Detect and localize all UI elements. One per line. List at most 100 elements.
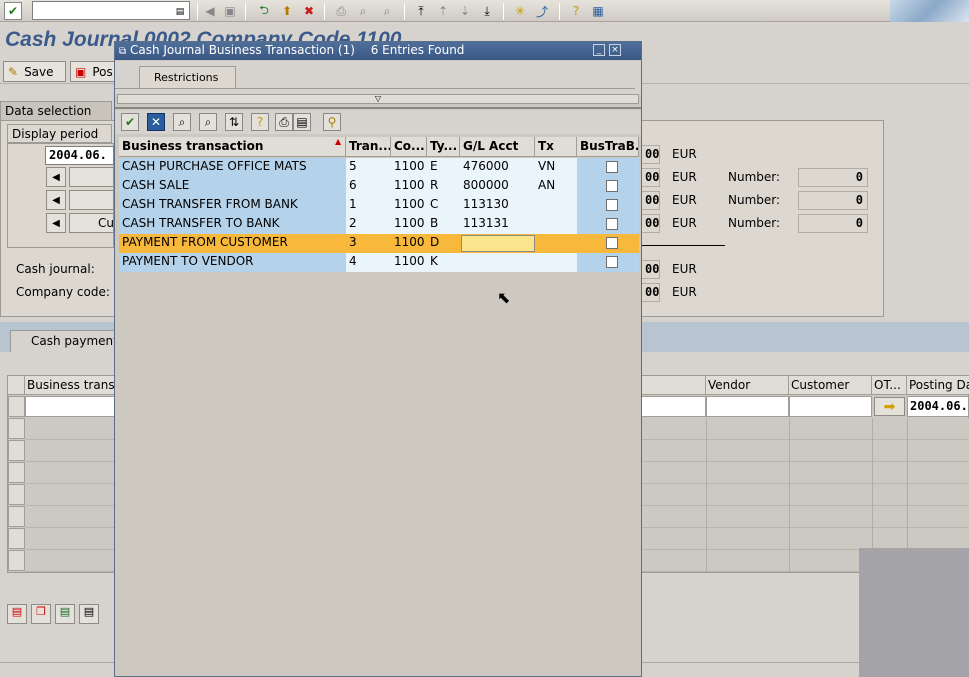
help-icon[interactable]: ? [567,2,585,20]
vendor-input[interactable] [706,396,789,417]
last-page-icon[interactable]: ⤓ [478,2,496,20]
row-selector[interactable] [8,484,25,505]
save-disk-icon[interactable]: ▣ [221,2,239,20]
col-customer-header[interactable]: Customer [789,376,872,395]
print-icon[interactable]: ⎙ [332,2,350,20]
row-selector[interactable] [8,462,25,483]
bustrab-checkbox[interactable] [606,237,618,249]
prev-period-button-3[interactable]: ◀ [46,213,66,233]
bustrab-checkbox[interactable] [606,256,618,268]
period-field[interactable]: 2004.06. [45,146,114,165]
find-icon[interactable]: ⌕ [354,2,372,20]
insert-row-button[interactable]: ▤ [7,604,27,624]
col-type[interactable]: Ty... [427,137,460,157]
type-cell: E [427,158,460,177]
business-transaction-input[interactable] [25,396,117,417]
new-session-icon[interactable]: ✳ [511,2,529,20]
next-page-icon[interactable]: ⇣ [456,2,474,20]
dialog-row[interactable]: CASH TRANSFER FROM BANK 1 1100 C 113130 [119,196,639,215]
business-transaction-cell: PAYMENT FROM CUSTOMER [119,234,346,253]
company-cell: 1100 [391,215,427,234]
customer-input[interactable] [789,396,872,417]
find-next-icon[interactable]: ⌕ [378,2,396,20]
row-selector-header[interactable] [8,376,25,395]
display-period-tab[interactable]: Display period [7,124,112,143]
sort-icon[interactable]: ⇅ [225,113,243,131]
row-selector[interactable] [8,440,25,461]
gl-account-highlight[interactable] [461,235,535,252]
col-bustrab[interactable]: BusTraB.. [577,137,639,157]
currency-label-1: EUR [672,147,697,161]
post-button[interactable]: ▣ Pos [70,61,120,82]
col-tax[interactable]: Tx [535,137,577,157]
row-selector[interactable] [8,396,25,417]
business-transaction-cell: CASH TRANSFER FROM BANK [119,196,346,215]
period-button-1[interactable] [69,167,114,187]
select-all-button[interactable]: ▤ [55,604,75,624]
print-icon[interactable]: ⎙ [275,113,293,131]
cancel-icon[interactable]: ✖ [300,2,318,20]
deselect-all-button[interactable]: ▤ [79,604,99,624]
col-business-transaction-header[interactable]: Business transa [25,376,117,395]
bustrab-checkbox[interactable] [606,218,618,230]
gl-account-cell: 113131 [460,215,535,234]
row-selector[interactable] [8,528,25,549]
minimize-icon[interactable]: _ [593,44,605,56]
col-vendor-header[interactable]: Vendor [706,376,789,395]
copy-row-button[interactable]: ❐ [31,604,51,624]
col-ot-header[interactable]: OT... [872,376,907,395]
col-gl-account[interactable]: G/L Acct [460,137,535,157]
back-dropdown-icon[interactable]: ▤ [172,3,188,21]
dialog-row[interactable]: CASH PURCHASE OFFICE MATS 5 1100 E 476000 VN [119,158,639,177]
row-input-blank[interactable] [640,396,706,417]
close-icon[interactable]: × [609,44,621,56]
column-divider [907,462,908,484]
left-arrow-icon[interactable]: ◀ [201,2,219,20]
column-divider [907,528,908,550]
row-selector[interactable] [8,550,25,571]
col-transaction[interactable]: Tran... [346,137,391,157]
dialog-row[interactable]: PAYMENT FROM CUSTOMER 3 1100 D [119,234,639,253]
ot-button[interactable]: ➡ [874,397,905,416]
exit-icon[interactable]: ⬆ [278,2,296,20]
bustrab-checkbox[interactable] [606,180,618,192]
bustrab-checkbox[interactable] [606,161,618,173]
first-page-icon[interactable]: ⤒ [412,2,430,20]
layout-icon[interactable]: ▦ [589,2,607,20]
prev-period-button[interactable]: ◀ [46,167,66,187]
dialog-row[interactable]: CASH SALE 6 1100 R 800000 AN [119,177,639,196]
find-next-icon[interactable]: ⌕ [199,113,217,131]
column-divider [907,506,908,528]
save-button[interactable]: ✎ Save [3,61,66,82]
period-button-2[interactable] [69,190,114,210]
col-business-transaction[interactable]: Business transaction [119,137,346,157]
list-icon[interactable]: ▤ [293,113,311,131]
cash-journal-label: Cash journal: [16,262,95,276]
command-field[interactable] [32,1,190,20]
personal-list-icon[interactable]: ⚲ [323,113,341,131]
find-icon[interactable]: ⌕ [173,113,191,131]
accept-icon[interactable]: ✔ [121,113,139,131]
row-selector[interactable] [8,418,25,439]
info-icon[interactable]: ? [251,113,269,131]
tab-data-selection[interactable]: Data selection [0,101,112,120]
posting-date-input[interactable]: 2004.06. [907,396,969,417]
enter-check-icon[interactable]: ✔ [4,2,22,20]
transaction-cell: 4 [346,253,391,272]
tab-cash-payment[interactable]: Cash payment [10,330,115,352]
bustrab-checkbox[interactable] [606,199,618,211]
cancel-x-icon[interactable]: ✕ [147,113,165,131]
amount-field-1: 00 [640,145,660,164]
row-selector[interactable] [8,506,25,527]
dialog-row[interactable]: PAYMENT TO VENDOR 4 1100 K [119,253,639,272]
shortcut-icon[interactable]: ⤴ [533,2,551,20]
back-icon[interactable]: ⮌ [255,2,273,20]
prev-page-icon[interactable]: ⇡ [434,2,452,20]
dialog-row[interactable]: CASH TRANSFER TO BANK 2 1100 B 113131 [119,215,639,234]
period-button-3[interactable]: Cu [69,213,114,233]
col-company[interactable]: Co... [391,137,427,157]
expand-restrictions-bar[interactable]: ▽ [117,94,639,104]
prev-period-button-2[interactable]: ◀ [46,190,66,210]
col-posting-date-header[interactable]: Posting Da [907,376,969,395]
tab-restrictions[interactable]: Restrictions [139,66,236,88]
